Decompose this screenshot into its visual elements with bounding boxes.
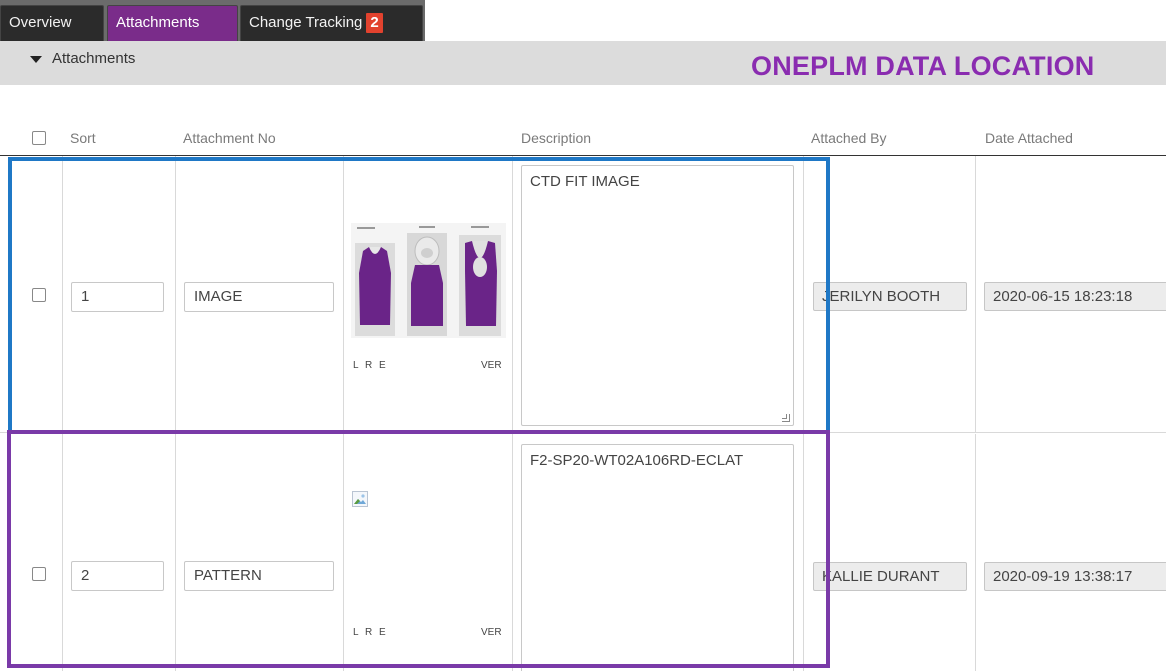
- select-all-checkbox[interactable]: [32, 131, 46, 145]
- description-textarea[interactable]: F2-SP20-WT02A106RD-ECLAT: [521, 444, 794, 671]
- section-title: Attachments: [52, 50, 136, 67]
- attachment-thumbnail[interactable]: [351, 223, 506, 338]
- garment-back-view: [459, 235, 501, 336]
- sort-input[interactable]: 1: [71, 282, 164, 312]
- data-location-annotation: ONEPLM DATA LOCATION: [751, 51, 1095, 81]
- row-divider: [0, 432, 1166, 433]
- row-checkbox[interactable]: [32, 288, 46, 302]
- attached-by-field: JERILYN BOOTH: [813, 282, 967, 311]
- description-text: CTD FIT IMAGE: [530, 173, 640, 190]
- thumbnail-caption-left: L R E: [353, 627, 388, 638]
- tab-change-tracking[interactable]: Change Tracking 2: [240, 5, 423, 41]
- garment-side-view: [407, 233, 447, 336]
- date-attached-field: 2020-06-15 18:23:18: [984, 282, 1166, 311]
- resize-handle-icon[interactable]: [782, 414, 790, 422]
- table-row: 2 PATTERN L R E VER F2-SP20-WT02A106RD-E…: [0, 434, 1166, 671]
- row-checkbox[interactable]: [32, 567, 46, 581]
- thumbnail-caption-right: VER: [481, 360, 502, 371]
- sort-input[interactable]: 2: [71, 561, 164, 591]
- column-header-attachment-no[interactable]: Attachment No: [183, 130, 276, 146]
- description-textarea[interactable]: CTD FIT IMAGE: [521, 165, 794, 426]
- tab-overview[interactable]: Overview: [0, 5, 104, 41]
- tab-attachments-label: Attachments: [116, 14, 200, 31]
- table-row: 1 IMAGE L R E VER CTD FIT IMAGE JERILYN …: [0, 156, 1166, 433]
- attachment-no-input[interactable]: IMAGE: [184, 282, 334, 312]
- change-count-badge: 2: [366, 13, 383, 34]
- column-header-attached-by[interactable]: Attached By: [811, 130, 887, 146]
- garment-front-view: [355, 243, 395, 336]
- thumbnail-caption-left: L R E: [353, 360, 388, 371]
- broken-image-icon[interactable]: [352, 491, 368, 507]
- caret-down-icon[interactable]: [30, 56, 42, 63]
- thumbnail-caption-right: VER: [481, 627, 502, 638]
- description-text: F2-SP20-WT02A106RD-ECLAT: [530, 452, 744, 469]
- date-attached-field: 2020-09-19 13:38:17: [984, 562, 1166, 591]
- attached-by-field: KALLIE DURANT: [813, 562, 967, 591]
- tab-overview-label: Overview: [9, 14, 72, 31]
- tab-bar: Overview Attachments Change Tracking 2: [0, 0, 1166, 41]
- column-header-date-attached[interactable]: Date Attached: [985, 130, 1073, 146]
- attachment-no-input[interactable]: PATTERN: [184, 561, 334, 591]
- tab-attachments[interactable]: Attachments: [107, 5, 238, 41]
- column-header-description[interactable]: Description: [521, 130, 591, 146]
- tab-change-tracking-label: Change Tracking: [249, 14, 363, 31]
- column-header-sort[interactable]: Sort: [70, 130, 96, 146]
